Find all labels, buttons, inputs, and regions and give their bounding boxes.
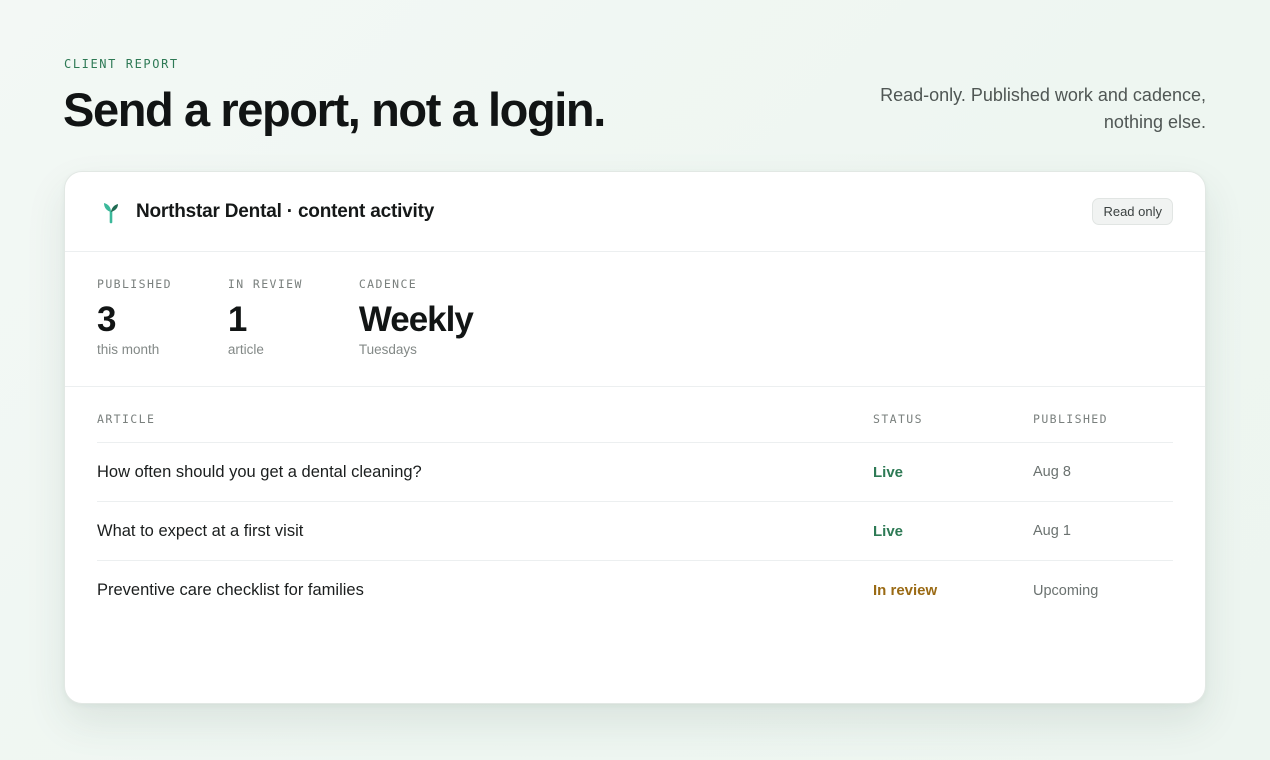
sprout-icon bbox=[101, 200, 121, 224]
table-row: Preventive care checklist for families I… bbox=[97, 561, 1173, 620]
table-header: ARTICLE STATUS PUBLISHED bbox=[97, 387, 1173, 443]
page-tagline: Read-only. Published work and cadence, n… bbox=[880, 85, 1206, 132]
stat-published: PUBLISHED 3 this month bbox=[97, 277, 172, 386]
stat-label: CADENCE bbox=[358, 277, 418, 291]
stats-section: PUBLISHED 3 this month IN REVIEW 1 artic… bbox=[65, 252, 1205, 387]
published-date: Upcoming bbox=[1033, 582, 1099, 599]
page-title: Send a report, not a login. bbox=[63, 83, 606, 136]
stat-in-review: IN REVIEW 1 article bbox=[228, 277, 303, 386]
articles-table: ARTICLE STATUS PUBLISHED How often shoul… bbox=[65, 387, 1205, 620]
stat-value: 3 bbox=[97, 300, 116, 339]
table-row: What to expect at a first visit Live Aug… bbox=[97, 502, 1173, 561]
status-label: Live bbox=[873, 463, 904, 481]
stat-cadence: CADENCE Weekly Tuesdays bbox=[358, 277, 474, 386]
status-label: In review bbox=[873, 582, 938, 599]
card-header: Northstar Dental · content activity Read… bbox=[65, 172, 1205, 252]
column-header-published: PUBLISHED bbox=[1033, 411, 1108, 426]
stat-subtext: article bbox=[227, 342, 264, 357]
eyebrow-label: CLIENT REPORT bbox=[64, 57, 179, 71]
article-title: What to expect at a first visit bbox=[97, 521, 304, 540]
read-only-badge: Read only bbox=[1092, 198, 1173, 225]
report-card: Northstar Dental · content activity Read… bbox=[64, 171, 1206, 704]
published-date: Aug 1 bbox=[1033, 523, 1071, 539]
stat-subtext: this month bbox=[97, 342, 160, 357]
article-title: Preventive care checklist for families bbox=[97, 581, 364, 599]
status-label: Live bbox=[873, 522, 904, 540]
stat-subtext: Tuesdays bbox=[358, 342, 417, 357]
stat-value: Weekly bbox=[358, 300, 474, 339]
stat-label: IN REVIEW bbox=[227, 277, 303, 291]
stat-label: PUBLISHED bbox=[97, 277, 172, 291]
card-title: Northstar Dental · content activity bbox=[136, 200, 435, 222]
column-header-status: STATUS bbox=[873, 411, 923, 426]
article-title: How often should you get a dental cleani… bbox=[97, 462, 422, 481]
stat-value: 1 bbox=[227, 300, 247, 339]
table-row: How often should you get a dental cleani… bbox=[97, 443, 1173, 502]
column-header-article: ARTICLE bbox=[97, 411, 156, 426]
published-date: Aug 8 bbox=[1033, 464, 1071, 480]
